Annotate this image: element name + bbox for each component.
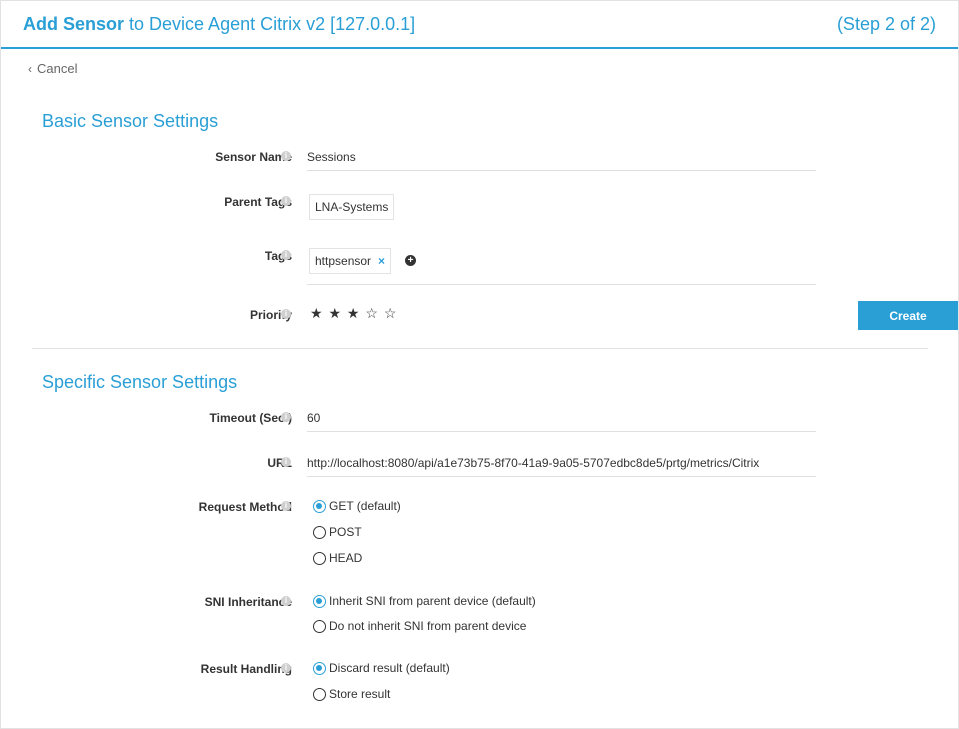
remove-tag-icon[interactable]: × bbox=[378, 254, 385, 268]
tag-chip-label: httpsensor bbox=[315, 254, 372, 268]
radio-no-inherit-sni[interactable]: Do not inherit SNI from parent device bbox=[313, 619, 526, 634]
add-tag-icon[interactable]: + bbox=[405, 255, 416, 266]
radio-post-label: POST bbox=[329, 524, 362, 539]
priority-stars: ★ ★ ★ ☆ ☆ bbox=[310, 305, 397, 322]
page-title-bold: Add Sensor bbox=[23, 14, 125, 34]
chevron-left-icon: ‹ bbox=[28, 62, 32, 76]
sensor-name-value: Sessions bbox=[307, 150, 356, 164]
radio-inherit-sni-label: Inherit SNI from parent device (default) bbox=[329, 593, 536, 608]
url-field[interactable]: http://localhost:8080/api/a1e73b75-8f70-… bbox=[307, 456, 816, 477]
radio-selected-icon bbox=[313, 500, 326, 514]
page-header: Add Sensor to Device Agent Citrix v2 [12… bbox=[1, 1, 958, 49]
sensor-name-field[interactable]: Sessions bbox=[307, 150, 816, 171]
radio-get-label: GET (default) bbox=[329, 498, 401, 513]
info-icon[interactable]: i bbox=[281, 250, 291, 260]
specific-settings-title: Specific Sensor Settings bbox=[42, 372, 238, 392]
radio-post[interactable]: POST bbox=[313, 525, 362, 540]
info-icon[interactable]: i bbox=[281, 309, 291, 319]
timeout-value: 60 bbox=[307, 411, 321, 425]
star-icon[interactable]: ★ bbox=[347, 305, 361, 321]
star-icon[interactable]: ★ bbox=[310, 305, 324, 321]
sni-inheritance-label: SNI Inheritance bbox=[204, 595, 292, 609]
radio-unselected-icon bbox=[313, 552, 326, 566]
section-divider bbox=[32, 348, 928, 349]
parent-tag-chip: LNA-Systems bbox=[309, 194, 395, 220]
star-outline-icon[interactable]: ☆ bbox=[384, 305, 398, 321]
star-icon[interactable]: ★ bbox=[328, 305, 342, 321]
step-indicator: (Step 2 of 2) bbox=[836, 14, 936, 34]
radio-head[interactable]: HEAD bbox=[313, 551, 362, 566]
basic-settings-title: Basic Sensor Settings bbox=[42, 111, 219, 131]
radio-head-label: HEAD bbox=[329, 550, 363, 565]
parent-tag-value: LNA-Systems bbox=[315, 200, 389, 214]
info-icon[interactable]: i bbox=[281, 457, 291, 467]
info-icon[interactable]: i bbox=[281, 196, 291, 206]
radio-selected-icon bbox=[313, 662, 326, 676]
url-value: http://localhost:8080/api/a1e73b75-8f70-… bbox=[307, 456, 760, 470]
radio-store-result[interactable]: Store result bbox=[313, 687, 390, 702]
star-outline-icon[interactable]: ☆ bbox=[365, 305, 379, 321]
timeout-label: Timeout (Sec.) bbox=[209, 411, 292, 425]
tags-underline bbox=[307, 283, 816, 285]
timeout-field[interactable]: 60 bbox=[307, 411, 816, 432]
radio-store-result-label: Store result bbox=[329, 686, 391, 701]
radio-discard-result-label: Discard result (default) bbox=[329, 660, 450, 675]
page-title: Add Sensor to Device Agent Citrix v2 [12… bbox=[23, 14, 415, 35]
info-icon[interactable]: i bbox=[281, 151, 291, 161]
radio-unselected-icon bbox=[313, 620, 326, 634]
radio-selected-icon bbox=[313, 595, 326, 609]
info-icon[interactable]: i bbox=[281, 596, 291, 606]
cancel-label: Cancel bbox=[37, 61, 78, 76]
request-method-label: Request Method bbox=[198, 500, 292, 514]
radio-discard-result[interactable]: Discard result (default) bbox=[313, 661, 450, 676]
radio-unselected-icon bbox=[313, 688, 326, 702]
radio-unselected-icon bbox=[313, 526, 326, 540]
result-handling-label: Result Handling bbox=[200, 662, 292, 676]
cancel-link[interactable]: ‹ Cancel bbox=[28, 61, 77, 76]
info-icon[interactable]: i bbox=[281, 412, 291, 422]
page-title-rest: to Device Agent Citrix v2 [127.0.0.1] bbox=[124, 14, 416, 34]
tag-chip: httpsensor × bbox=[309, 248, 392, 274]
radio-get[interactable]: GET (default) bbox=[313, 499, 401, 514]
create-button[interactable]: Create bbox=[858, 301, 958, 330]
radio-no-inherit-sni-label: Do not inherit SNI from parent device bbox=[329, 618, 527, 633]
radio-inherit-sni[interactable]: Inherit SNI from parent device (default) bbox=[313, 594, 536, 609]
info-icon[interactable]: i bbox=[281, 501, 291, 511]
info-icon[interactable]: i bbox=[281, 663, 291, 673]
